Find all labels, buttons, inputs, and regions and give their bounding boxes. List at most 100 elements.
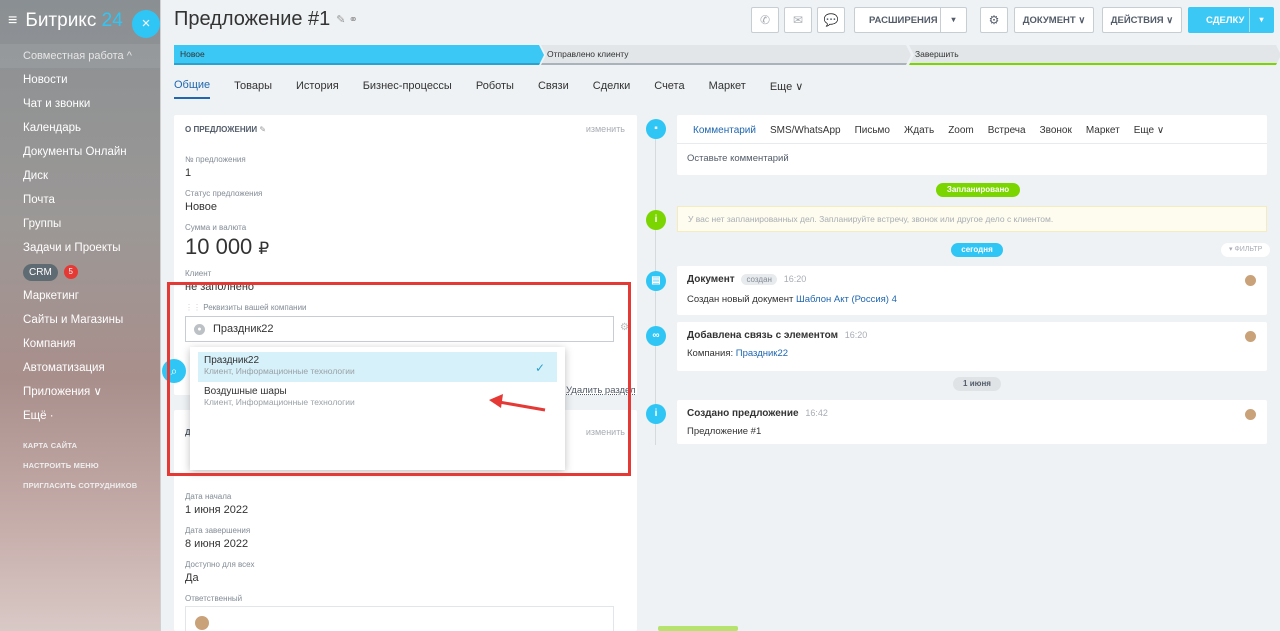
- tab-deals[interactable]: Сделки: [593, 74, 631, 98]
- actions-button[interactable]: ДЕЙСТВИЯ ∨: [1102, 7, 1182, 33]
- sidebar-item-company[interactable]: Компания: [0, 332, 160, 356]
- document-label: ДОКУМЕНТ: [1022, 14, 1076, 26]
- sidebar-item-chat[interactable]: Чат и звонки: [0, 92, 160, 116]
- tab-general[interactable]: Общие: [174, 73, 211, 99]
- tab-market[interactable]: Маркет: [709, 74, 746, 98]
- date-end-label: Дата завершения: [185, 526, 251, 535]
- sidebar-item-calendar[interactable]: Календарь: [0, 116, 160, 140]
- tab-bizproc[interactable]: Бизнес-процессы: [363, 74, 452, 98]
- tab-bar: Общие Товары История Бизнес-процессы Роб…: [174, 72, 827, 100]
- tab-history[interactable]: История: [296, 74, 339, 98]
- tl-tab-sms[interactable]: SMS/WhatsApp: [770, 125, 841, 136]
- extensions-label: РАСШИРЕНИЯ: [869, 14, 938, 26]
- tl-tab-comment[interactable]: Комментарий: [693, 125, 756, 136]
- sidebar-item-apps[interactable]: Приложения ∨: [0, 380, 160, 404]
- extensions-button[interactable]: РАСШИРЕНИЯ ▾: [854, 7, 967, 33]
- entry-time: 16:20: [783, 274, 807, 284]
- logo-number: 24: [101, 10, 123, 31]
- entry-text: Компания: Праздник22: [687, 348, 789, 359]
- stage-new[interactable]: Новое: [174, 45, 544, 65]
- stage-sent[interactable]: Отправлено клиенту: [541, 45, 911, 65]
- close-icon[interactable]: ×: [132, 10, 160, 38]
- comment-icon: ▪: [646, 119, 666, 139]
- today-pill: сегодня: [951, 243, 1003, 257]
- available-label: Доступно для всех: [185, 560, 255, 569]
- entry-link[interactable]: Шаблон Акт (Россия) 4: [796, 294, 897, 305]
- sidebar-item-more[interactable]: Ещё ·: [0, 404, 160, 428]
- document-button[interactable]: ДОКУМЕНТ ∨: [1014, 7, 1094, 33]
- filter-button[interactable]: ▾ ФИЛЬТР: [1221, 243, 1271, 257]
- sidebar-link-invite[interactable]: ПРИГЛАСИТЬ СОТРУДНИКОВ: [0, 476, 160, 496]
- tl-tab-letter[interactable]: Письмо: [855, 125, 890, 136]
- gear-icon[interactable]: ⚙: [980, 7, 1008, 33]
- chat-icon[interactable]: 💬: [817, 7, 845, 33]
- about-change-link[interactable]: изменить: [586, 124, 625, 134]
- tl-tab-call[interactable]: Звонок: [1040, 125, 1072, 136]
- mail-icon[interactable]: ✉: [784, 7, 812, 33]
- entry-text: Создан новый документ Шаблон Акт (Россия…: [687, 294, 897, 305]
- deal-label: СДЕЛКУ: [1206, 14, 1245, 26]
- sidebar-item-disk[interactable]: Диск: [0, 164, 160, 188]
- entry-time: 16:42: [805, 408, 828, 418]
- tab-links[interactable]: Связи: [538, 74, 569, 98]
- chevron-down-icon[interactable]: ▾: [1249, 8, 1273, 32]
- number-value: 1: [185, 167, 192, 179]
- tl-tab-more[interactable]: Еще ∨: [1134, 125, 1164, 136]
- number-label: № предложения: [185, 155, 246, 164]
- date-end-value: 8 июня 2022: [185, 538, 249, 550]
- entry-title: Добавлена связь с элементом 16:20: [687, 330, 868, 341]
- stage-finish[interactable]: Завершить: [909, 45, 1280, 65]
- chevron-down-icon[interactable]: ▾: [940, 8, 966, 32]
- sidebar-item-tasks[interactable]: Задачи и Проекты: [0, 236, 160, 260]
- timeline-editor: Комментарий SMS/WhatsApp Письмо Ждать Zo…: [677, 115, 1267, 175]
- tl-tab-zoom[interactable]: Zoom: [948, 125, 974, 136]
- logo[interactable]: ≡ Битрикс 24: [8, 10, 123, 32]
- sidebar: ≡ Битрикс 24 Совместная работа ^ Новости…: [0, 0, 170, 631]
- about-section-title: О ПРЕДЛОЖЕНИИ ✎: [185, 125, 267, 134]
- sidebar-item-collab[interactable]: Совместная работа ^: [0, 44, 160, 68]
- sidebar-item-automation[interactable]: Автоматизация: [0, 356, 160, 380]
- comment-input[interactable]: Оставьте комментарий: [687, 153, 789, 164]
- phone-icon[interactable]: ✆: [751, 7, 779, 33]
- timeline-entry: Документ создан 16:20 Создан новый докум…: [677, 266, 1267, 315]
- document-icon: ▤: [646, 271, 666, 291]
- menu-icon[interactable]: ≡: [8, 12, 17, 30]
- sidebar-item-sites[interactable]: Сайты и Магазины: [0, 308, 160, 332]
- tab-products[interactable]: Товары: [234, 74, 272, 98]
- entry-link[interactable]: Праздник22: [736, 348, 788, 359]
- sidebar-item-news[interactable]: Новости: [0, 68, 160, 92]
- actions-label: ДЕЙСТВИЯ: [1110, 14, 1164, 26]
- status-label: Статус предложения: [185, 189, 263, 198]
- tab-robots[interactable]: Роботы: [476, 74, 514, 98]
- crm-count-badge: 5: [63, 265, 78, 279]
- page-title: Предложение #1 ✎ ⚭: [174, 8, 358, 31]
- sidebar-link-configure-menu[interactable]: НАСТРОИТЬ МЕНЮ: [0, 456, 160, 476]
- filter-label: ФИЛЬТР: [1234, 246, 1263, 253]
- status-value: Новое: [185, 201, 218, 213]
- sidebar-item-crm[interactable]: CRM 5: [0, 260, 160, 284]
- avatar: [194, 615, 210, 631]
- sidebar-item-marketing[interactable]: Маркетинг: [0, 284, 160, 308]
- tl-tab-wait[interactable]: Ждать: [904, 125, 934, 136]
- edit-pencil-icon[interactable]: ✎: [259, 125, 266, 134]
- entry-text: Предложение #1: [687, 426, 762, 437]
- tab-more[interactable]: Еще ∨: [770, 74, 804, 99]
- deal-button[interactable]: СДЕЛКУ ▾: [1188, 7, 1274, 33]
- sidebar-item-groups[interactable]: Группы: [0, 212, 160, 236]
- highlight-box: [167, 282, 631, 476]
- sum-label: Сумма и валюта: [185, 223, 247, 232]
- date-pill: 1 июня: [953, 377, 1001, 391]
- chevron-down-icon: ∨: [1166, 14, 1174, 26]
- entry-time: 16:20: [844, 330, 868, 340]
- sidebar-link-sitemap[interactable]: КАРТА САЙТА: [0, 436, 160, 456]
- responsible-box[interactable]: [185, 606, 614, 631]
- sidebar-item-documents[interactable]: Документы Онлайн: [0, 140, 160, 164]
- tl-tab-meeting[interactable]: Встреча: [988, 125, 1026, 136]
- timeline-entry: Создано предложение 16:42 Предложение #1: [677, 400, 1267, 444]
- edit-pencil-icon[interactable]: ✎ ⚭: [336, 13, 358, 26]
- tl-tab-market[interactable]: Маркет: [1086, 125, 1120, 136]
- entry-tag: создан: [741, 274, 777, 285]
- crm-label: CRM: [23, 263, 58, 281]
- tab-invoices[interactable]: Счета: [654, 74, 684, 98]
- sidebar-item-mail[interactable]: Почта: [0, 188, 160, 212]
